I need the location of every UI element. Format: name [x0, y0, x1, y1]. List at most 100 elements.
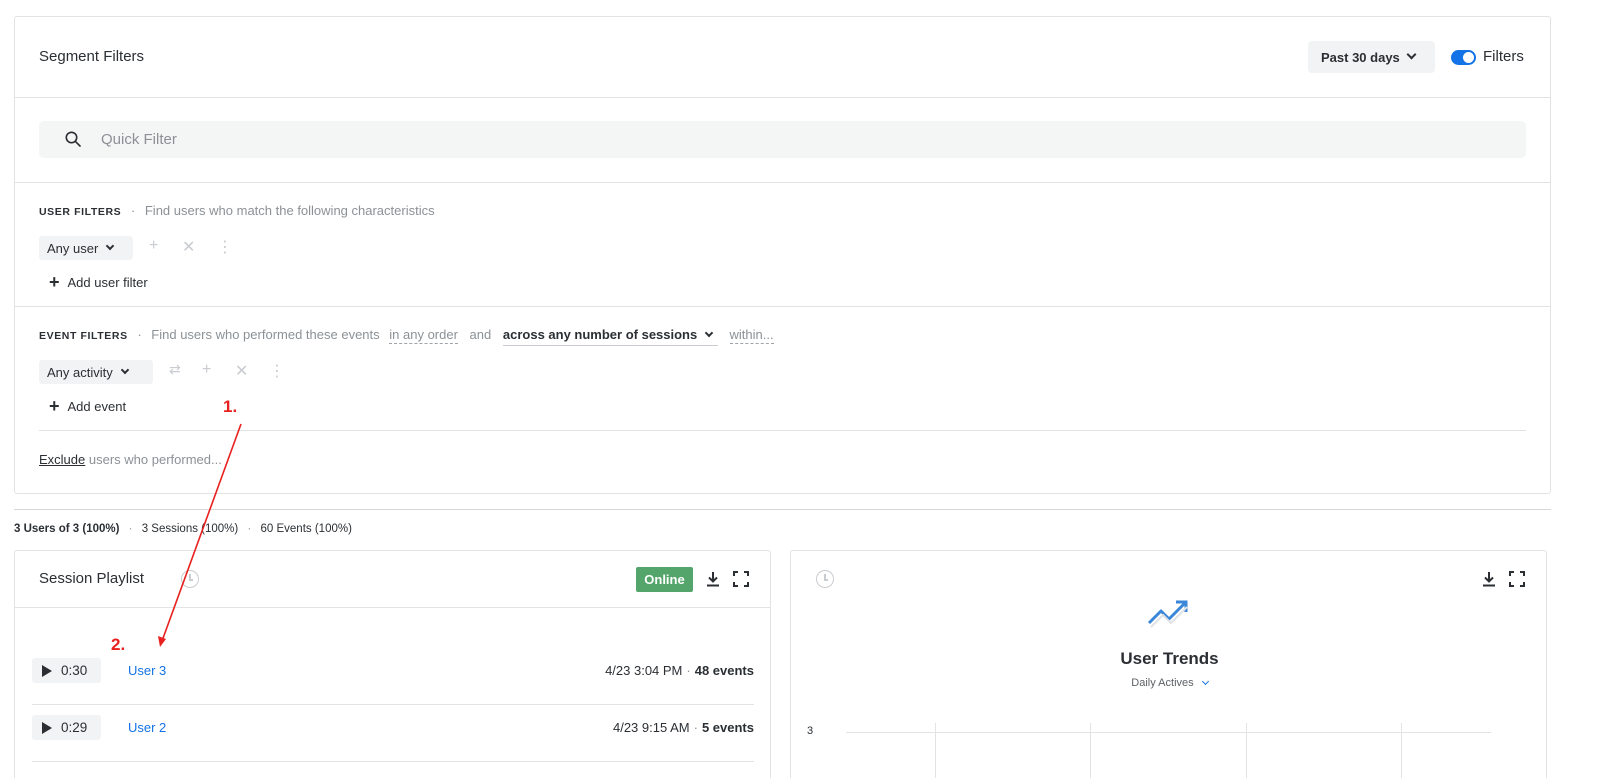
metric-label: Daily Actives	[1131, 677, 1194, 689]
separator-dot: ·	[686, 663, 691, 678]
session-time: 4/23 9:15 AM	[612, 720, 690, 735]
session-row[interactable]: 0:29 User 2 4/23 9:15 AM · 5 events	[32, 706, 754, 762]
quick-filter-row	[15, 98, 1550, 183]
separator-dot: ·	[128, 523, 133, 535]
chevron-down-icon	[120, 365, 129, 375]
gridline	[1246, 723, 1247, 778]
play-button[interactable]: 0:29	[32, 715, 101, 740]
quick-filter-box[interactable]	[39, 121, 1526, 158]
clock-icon[interactable]	[181, 570, 199, 588]
add-event-label: Add event	[67, 398, 127, 414]
sessions-dropdown[interactable]: across any number of sessions	[502, 327, 718, 346]
session-row[interactable]: 0:30 User 3 4/23 3:04 PM · 48 events	[32, 649, 754, 705]
separator-dot: ·	[130, 203, 136, 218]
trend-up-icon	[1147, 600, 1188, 628]
more-vertical-icon[interactable]: ⋮	[217, 237, 233, 257]
user-filters-heading: USER FILTERS	[39, 206, 122, 218]
swap-icon[interactable]: ⇄	[169, 361, 181, 378]
metric-dropdown[interactable]: Daily Actives	[791, 677, 1548, 689]
session-meta: 4/23 3:04 PM · 48 events	[605, 663, 754, 678]
close-icon[interactable]: ✕	[235, 361, 248, 381]
divider	[39, 430, 1526, 431]
session-duration: 0:29	[61, 720, 88, 735]
download-icon[interactable]	[1481, 571, 1497, 587]
user-link[interactable]: User 3	[128, 663, 166, 678]
gridline	[846, 732, 1491, 733]
annotation-step-1: 1.	[223, 397, 238, 416]
annotation-step-2: 2.	[111, 635, 126, 654]
plus-icon: +	[49, 396, 60, 416]
event-filters-heading-line: EVENT FILTERS · Find users who performed…	[39, 327, 774, 346]
users-stat: 3 Users of 3 (100%)	[14, 523, 120, 535]
online-status-badge: Online	[636, 567, 693, 592]
separator-dot: ·	[693, 720, 698, 735]
exclude-line: Exclude users who performed...	[39, 452, 222, 467]
play-button[interactable]: 0:30	[32, 658, 101, 683]
event-filters-section: EVENT FILTERS · Find users who performed…	[15, 307, 1550, 493]
segment-filters-title: Segment Filters	[39, 48, 145, 65]
date-range-label: Past 30 days	[1321, 49, 1400, 65]
event-filters-heading: EVENT FILTERS	[39, 330, 128, 342]
section-divider	[14, 509, 1551, 510]
fullscreen-icon[interactable]	[733, 571, 749, 587]
segment-stats: 3 Users of 3 (100%) · 3 Sessions (100%) …	[14, 523, 352, 535]
date-range-dropdown[interactable]: Past 30 days	[1308, 41, 1435, 73]
user-trends-card: User Trends Daily Actives 3	[790, 550, 1547, 778]
y-axis-tick: 3	[807, 725, 814, 737]
quick-filter-input[interactable]	[101, 121, 1501, 158]
event-filters-description: Find users who performed these events	[151, 327, 380, 342]
user-filters-heading-line: USER FILTERS · Find users who match the …	[39, 203, 435, 218]
user-filters-section: USER FILTERS · Find users who match the …	[15, 183, 1550, 307]
separator-dot: ·	[247, 523, 252, 535]
chevron-down-icon	[1201, 677, 1209, 686]
search-icon	[65, 131, 81, 147]
fullscreen-icon[interactable]	[1509, 571, 1525, 587]
plus-icon[interactable]: +	[149, 237, 158, 255]
session-playlist-card: Session Playlist Online 0:30 User 3 4/23…	[14, 550, 771, 778]
play-icon	[42, 664, 52, 677]
exclude-description: users who performed...	[88, 452, 222, 467]
add-user-filter-label: Add user filter	[67, 274, 148, 290]
exclude-link[interactable]: Exclude	[39, 452, 85, 467]
session-events: 48 events	[694, 663, 754, 678]
session-meta: 4/23 9:15 AM · 5 events	[613, 720, 754, 735]
play-icon	[42, 721, 52, 734]
separator-dot: ·	[137, 327, 142, 342]
session-playlist-title: Session Playlist	[39, 570, 145, 587]
plus-icon[interactable]: +	[202, 361, 211, 379]
sessions-label: across any number of sessions	[502, 327, 698, 342]
chevron-down-icon	[106, 241, 115, 251]
chevron-down-icon	[1406, 49, 1417, 59]
user-filters-description: Find users who match the following chara…	[144, 203, 435, 218]
filters-toggle-label: Filters	[1483, 48, 1524, 65]
any-user-dropdown[interactable]: Any user	[39, 236, 133, 260]
any-activity-label: Any activity	[47, 364, 113, 380]
and-text: and	[469, 327, 492, 342]
segment-filters-header: Segment Filters Past 30 days Filters	[15, 17, 1550, 98]
session-duration: 0:30	[61, 663, 88, 678]
gridline	[935, 723, 936, 778]
session-playlist-header: Session Playlist Online	[15, 551, 770, 608]
download-icon[interactable]	[705, 571, 721, 587]
toggle-knob	[1463, 52, 1474, 63]
segment-filters-panel: Segment Filters Past 30 days Filters USE…	[14, 16, 1551, 494]
chevron-down-icon	[704, 328, 714, 338]
close-icon[interactable]: ✕	[182, 237, 195, 257]
gridline	[1090, 723, 1091, 778]
order-selector[interactable]: in any order	[389, 327, 458, 344]
filters-toggle[interactable]	[1451, 50, 1476, 65]
clock-icon[interactable]	[816, 570, 834, 588]
within-selector[interactable]: within...	[729, 327, 774, 344]
add-user-filter-button[interactable]: + Add user filter	[49, 273, 148, 291]
user-link[interactable]: User 2	[128, 720, 166, 735]
events-stat: 60 Events (100%)	[260, 523, 352, 535]
any-user-label: Any user	[47, 240, 99, 256]
session-time: 4/23 3:04 PM	[605, 663, 683, 678]
session-events: 5 events	[701, 720, 754, 735]
more-vertical-icon[interactable]: ⋮	[269, 361, 285, 381]
any-activity-dropdown[interactable]: Any activity	[39, 360, 153, 384]
plus-icon: +	[49, 272, 60, 292]
sessions-stat: 3 Sessions (100%)	[141, 523, 239, 535]
add-event-button[interactable]: + Add event	[49, 397, 126, 415]
gridline	[1401, 723, 1402, 778]
